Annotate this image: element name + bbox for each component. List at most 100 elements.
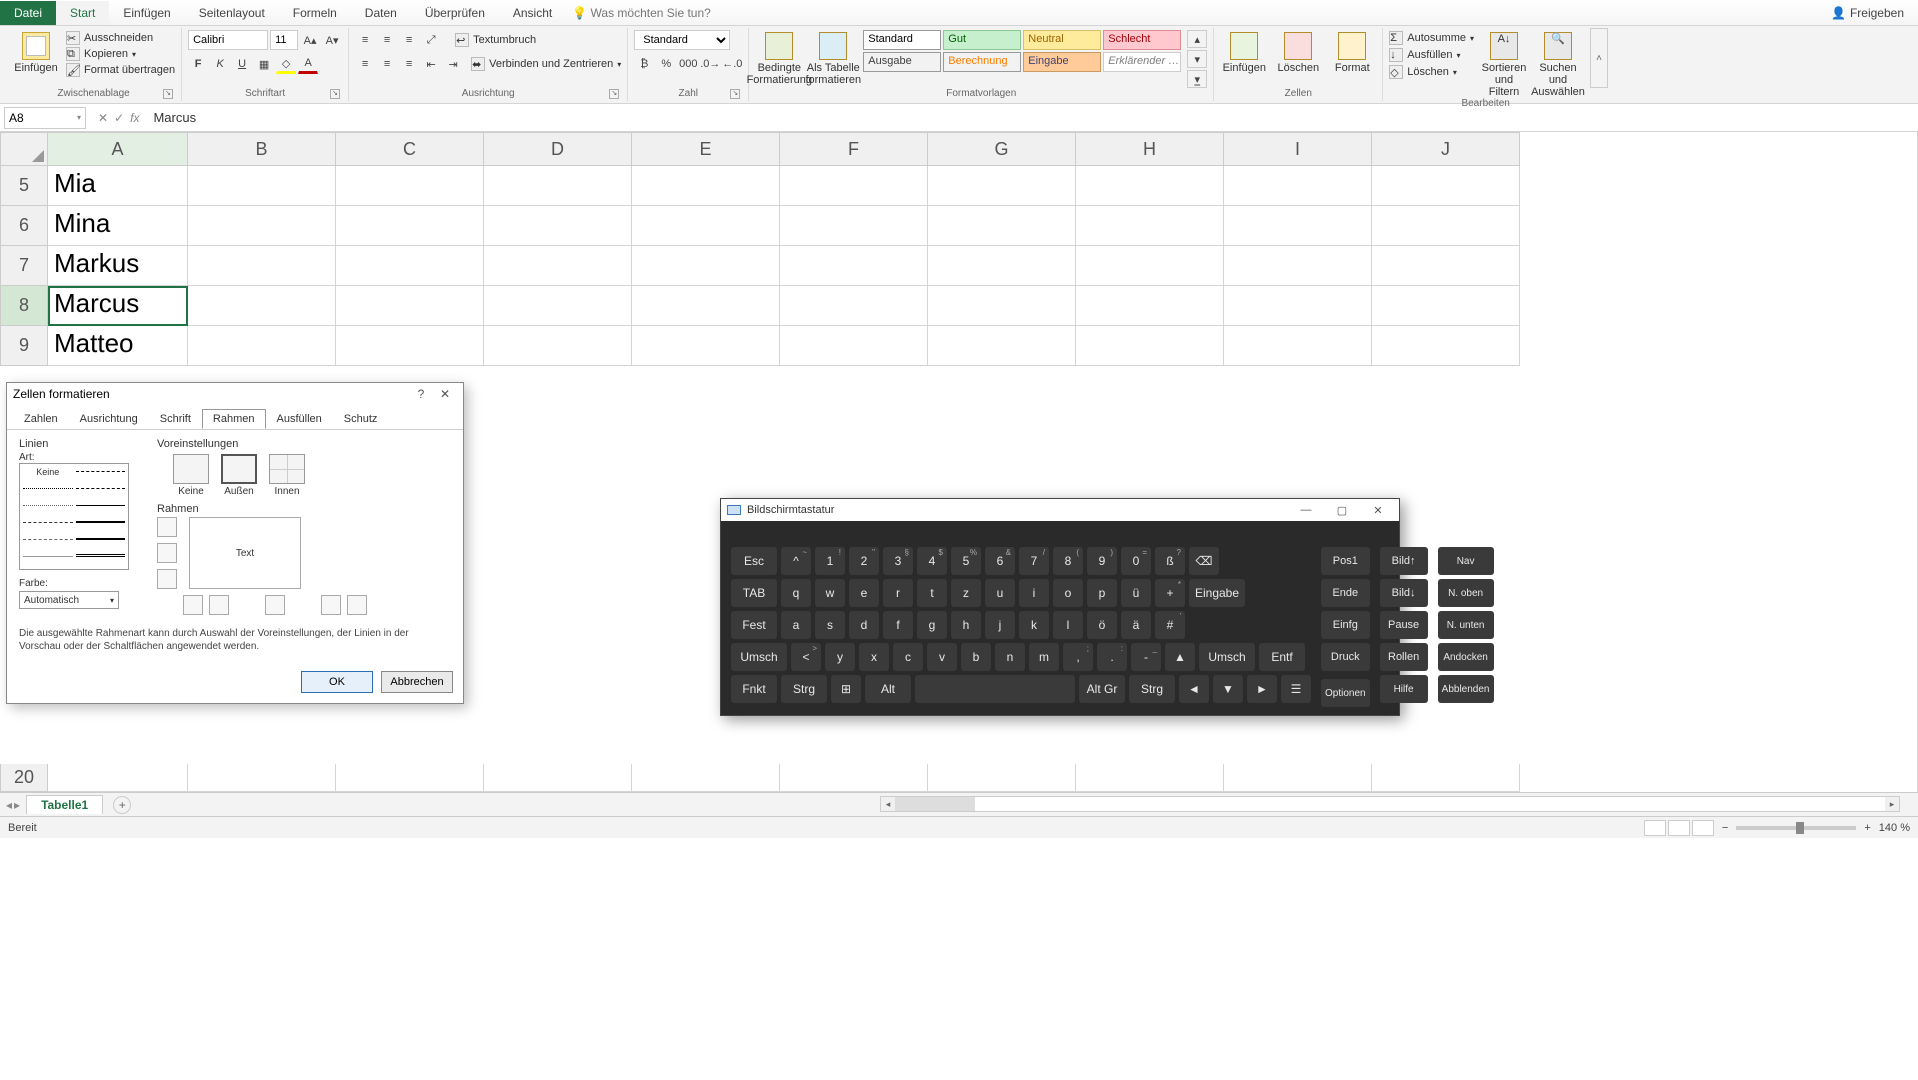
key-t[interactable]: t bbox=[917, 579, 947, 607]
border-middle-v-button[interactable] bbox=[265, 595, 285, 615]
key-5[interactable]: 5% bbox=[951, 547, 981, 575]
view-pagebreak-button[interactable] bbox=[1692, 820, 1714, 836]
row-header-7[interactable]: 7 bbox=[0, 246, 48, 286]
align-right-button[interactable]: ≡ bbox=[399, 54, 419, 74]
cell-J6[interactable] bbox=[1372, 206, 1520, 246]
comma-button[interactable]: 000 bbox=[678, 54, 698, 74]
cell-J5[interactable] bbox=[1372, 166, 1520, 206]
key-w[interactable]: w bbox=[815, 579, 845, 607]
key-.[interactable]: .: bbox=[1097, 643, 1127, 671]
border-preview[interactable]: Text bbox=[189, 517, 301, 589]
cell-E8[interactable] bbox=[632, 286, 780, 326]
cell-G8[interactable] bbox=[928, 286, 1076, 326]
share-button[interactable]: 👤 Freigeben bbox=[1817, 6, 1918, 20]
cell-J7[interactable] bbox=[1372, 246, 1520, 286]
dialog-tab-fill[interactable]: Ausfüllen bbox=[266, 409, 333, 429]
cell-B7[interactable] bbox=[188, 246, 336, 286]
tab-review[interactable]: Überprüfen bbox=[411, 1, 499, 25]
key-^[interactable]: ^~ bbox=[781, 547, 811, 575]
cell-C7[interactable] bbox=[336, 246, 484, 286]
cell-style-gut[interactable]: Gut bbox=[943, 30, 1021, 50]
cell-I8[interactable] bbox=[1224, 286, 1372, 326]
alignment-dialog-launcher[interactable]: ↘ bbox=[609, 89, 619, 99]
view-normal-button[interactable] bbox=[1644, 820, 1666, 836]
cell-F7[interactable] bbox=[780, 246, 928, 286]
key-<[interactable]: <> bbox=[791, 643, 821, 671]
key-8[interactable]: 8( bbox=[1053, 547, 1083, 575]
key-4[interactable]: 4$ bbox=[917, 547, 947, 575]
fill-color-button[interactable]: ◇ bbox=[276, 54, 296, 74]
cell-F9[interactable] bbox=[780, 326, 928, 366]
cell-styles-gallery[interactable]: StandardGutNeutralSchlechtAusgabeBerechn… bbox=[863, 30, 1181, 72]
cancel-formula-icon[interactable]: ✕ bbox=[98, 111, 108, 125]
dialog-tab-protection[interactable]: Schutz bbox=[333, 409, 389, 429]
key-Bild↑[interactable]: Bild↑ bbox=[1380, 547, 1428, 575]
key-1[interactable]: 1! bbox=[815, 547, 845, 575]
hscroll-thumb[interactable] bbox=[895, 797, 975, 811]
sheet-nav-first[interactable]: ◂ bbox=[6, 798, 12, 812]
key-Umsch[interactable]: Umsch bbox=[731, 643, 787, 671]
merge-center-button[interactable]: ⬌Verbinden und Zentrieren ▾ bbox=[471, 56, 621, 72]
add-sheet-button[interactable]: + bbox=[113, 796, 131, 814]
tab-start[interactable]: Start bbox=[56, 1, 109, 25]
key-i[interactable]: i bbox=[1019, 579, 1049, 607]
column-header-F[interactable]: F bbox=[780, 132, 928, 166]
key-Einfg[interactable]: Einfg bbox=[1321, 611, 1370, 639]
row-header-20[interactable]: 20 bbox=[0, 764, 48, 792]
column-header-A[interactable]: A bbox=[48, 132, 188, 166]
cell-D5[interactable] bbox=[484, 166, 632, 206]
tab-pagelayout[interactable]: Seitenlayout bbox=[185, 1, 279, 25]
dialog-tab-border[interactable]: Rahmen bbox=[202, 409, 266, 429]
column-header-I[interactable]: I bbox=[1224, 132, 1372, 166]
key-abblenden[interactable]: Abblenden bbox=[1438, 675, 1494, 703]
cell-H7[interactable] bbox=[1076, 246, 1224, 286]
align-left-button[interactable]: ≡ bbox=[355, 54, 375, 74]
view-pagelayout-button[interactable] bbox=[1668, 820, 1690, 836]
font-size-select[interactable] bbox=[270, 30, 298, 50]
cell-G7[interactable] bbox=[928, 246, 1076, 286]
key-c[interactable]: c bbox=[893, 643, 923, 671]
dialog-help-button[interactable]: ? bbox=[409, 387, 433, 401]
key-space[interactable] bbox=[915, 675, 1075, 703]
key-ä[interactable]: ä bbox=[1121, 611, 1151, 639]
cell-E5[interactable] bbox=[632, 166, 780, 206]
zoom-out-button[interactable]: − bbox=[1722, 822, 1728, 834]
key-Pos1[interactable]: Pos1 bbox=[1321, 547, 1370, 575]
key-Bild↓[interactable]: Bild↓ bbox=[1380, 579, 1428, 607]
tab-data[interactable]: Daten bbox=[351, 1, 411, 25]
cell-style-schlecht[interactable]: Schlecht bbox=[1103, 30, 1181, 50]
key-N. oben[interactable]: N. oben bbox=[1438, 579, 1494, 607]
conditional-formatting-button[interactable]: Bedingte Formatierung bbox=[755, 30, 803, 86]
osk-maximize-button[interactable]: ▢ bbox=[1327, 504, 1357, 517]
key-ß[interactable]: ß? bbox=[1155, 547, 1185, 575]
font-name-select[interactable] bbox=[188, 30, 268, 50]
key-Fest[interactable]: Fest bbox=[731, 611, 777, 639]
cell-style-ausgabe[interactable]: Ausgabe bbox=[863, 52, 941, 72]
key-2[interactable]: 2" bbox=[849, 547, 879, 575]
cell-A7[interactable]: Markus bbox=[48, 246, 188, 286]
key-Entf[interactable]: Entf bbox=[1259, 643, 1305, 671]
dialog-tab-number[interactable]: Zahlen bbox=[13, 409, 69, 429]
cell-D7[interactable] bbox=[484, 246, 632, 286]
key-Strg[interactable]: Strg bbox=[781, 675, 827, 703]
border-bottom-button[interactable] bbox=[157, 569, 177, 589]
zoom-slider[interactable] bbox=[1736, 826, 1856, 830]
key-+[interactable]: +* bbox=[1155, 579, 1185, 607]
key-Pause[interactable]: Pause bbox=[1380, 611, 1428, 639]
accept-formula-icon[interactable]: ✓ bbox=[114, 111, 124, 125]
row-header-5[interactable]: 5 bbox=[0, 166, 48, 206]
key-l[interactable]: l bbox=[1053, 611, 1083, 639]
key-⊞[interactable]: ⊞ bbox=[831, 675, 861, 703]
key-Ende[interactable]: Ende bbox=[1321, 579, 1370, 607]
border-diag-down-button[interactable] bbox=[347, 595, 367, 615]
border-right-button[interactable] bbox=[321, 595, 341, 615]
key-g[interactable]: g bbox=[917, 611, 947, 639]
dialog-cancel-button[interactable]: Abbrechen bbox=[381, 671, 453, 693]
preset-inside-button[interactable]: Innen bbox=[269, 454, 305, 497]
tab-formulas[interactable]: Formeln bbox=[279, 1, 351, 25]
cell-C5[interactable] bbox=[336, 166, 484, 206]
tab-file[interactable]: Datei bbox=[0, 1, 56, 25]
key-Druck[interactable]: Druck bbox=[1321, 643, 1370, 671]
cell-I7[interactable] bbox=[1224, 246, 1372, 286]
zoom-in-button[interactable]: + bbox=[1864, 822, 1870, 834]
